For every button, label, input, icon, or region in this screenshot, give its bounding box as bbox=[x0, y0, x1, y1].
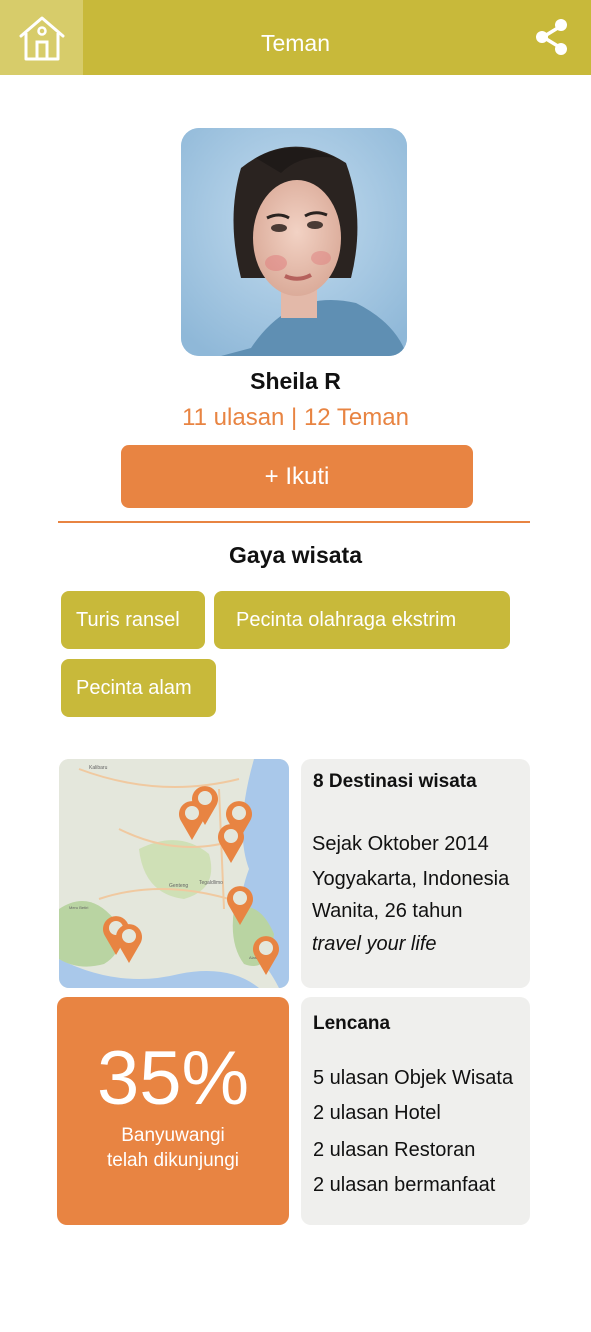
map-pin-icon[interactable] bbox=[177, 799, 207, 846]
profile-info-card: 8 Destinasi wisata Sejak Oktober 2014 Yo… bbox=[301, 759, 530, 988]
badge-item: 2 ulasan bermanfaat bbox=[313, 1174, 496, 1196]
visited-map[interactable]: Kalibaru Genteng Tegaldlimo Alas Purwo M… bbox=[59, 759, 289, 988]
svg-text:Meru Betiri: Meru Betiri bbox=[69, 905, 88, 910]
profile-stats[interactable]: 11 ulasan | 12 Teman bbox=[0, 404, 591, 432]
svg-text:Genteng: Genteng bbox=[169, 883, 188, 889]
svg-text:Kalibaru: Kalibaru bbox=[89, 765, 108, 771]
tag-extreme-sports[interactable]: Pecinta olahraga ekstrim bbox=[214, 591, 510, 649]
map-pin-icon[interactable] bbox=[251, 934, 281, 981]
share-icon bbox=[536, 19, 567, 55]
badge-item: 2 ulasan Hotel bbox=[313, 1102, 441, 1124]
top-bar: Teman bbox=[0, 0, 591, 75]
map-pin-icon[interactable] bbox=[114, 922, 144, 969]
divider bbox=[58, 521, 530, 523]
travel-style-title: Gaya wisata bbox=[229, 542, 362, 568]
tag-nature-lover[interactable]: Pecinta alam bbox=[61, 659, 216, 717]
map-pin-icon[interactable] bbox=[225, 884, 255, 931]
motto: travel your life bbox=[312, 933, 437, 955]
gender-age: Wanita, 26 tahun bbox=[312, 900, 463, 922]
profile-name: Sheila R bbox=[250, 368, 341, 394]
map-pin-icon[interactable] bbox=[216, 822, 246, 869]
badges-card: Lencana 5 ulasan Objek Wisata 2 ulasan H… bbox=[301, 997, 530, 1225]
location: Yogyakarta, Indonesia bbox=[312, 868, 510, 890]
destinations-count: 8 Destinasi wisata bbox=[313, 771, 477, 792]
share-button[interactable] bbox=[535, 18, 569, 56]
avatar bbox=[181, 128, 407, 356]
page-title: Teman bbox=[260, 30, 331, 56]
visited-percentage-card: 35% Banyuwangi telah dikunjungi bbox=[57, 997, 289, 1225]
badge-item: 2 ulasan Restoran bbox=[313, 1139, 476, 1161]
badges-title: Lencana bbox=[313, 1013, 391, 1034]
visited-percentage: 35% bbox=[96, 1036, 250, 1121]
badge-item: 5 ulasan Objek Wisata bbox=[313, 1067, 514, 1089]
member-since: Sejak Oktober 2014 bbox=[312, 833, 489, 855]
tag-backpacker[interactable]: Turis ransel bbox=[61, 591, 205, 649]
follow-button[interactable]: + Ikuti bbox=[121, 445, 473, 508]
visited-caption: telah dikunjungi bbox=[106, 1150, 240, 1171]
svg-text:Tegaldlimo: Tegaldlimo bbox=[199, 880, 223, 886]
visited-region: Banyuwangi bbox=[121, 1125, 225, 1146]
